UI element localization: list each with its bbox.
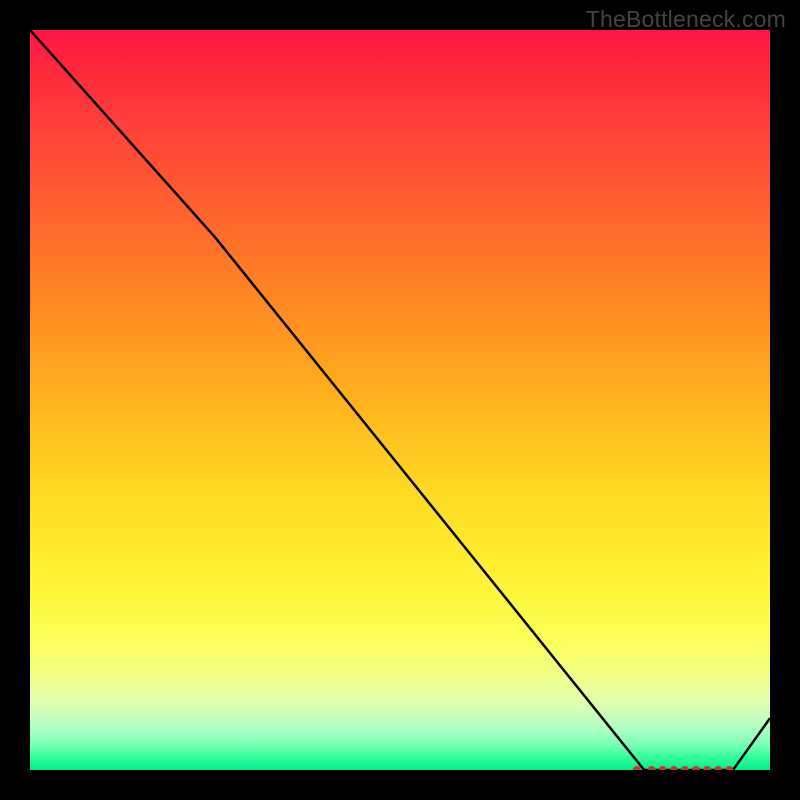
marker-dot [659, 766, 667, 770]
highlight-markers [633, 766, 734, 770]
curve-path [30, 30, 770, 770]
chart-frame: TheBottleneck.com [0, 0, 800, 800]
marker-dot [692, 766, 700, 770]
plot-area [30, 30, 770, 770]
curve-line [30, 30, 770, 770]
watermark-text: TheBottleneck.com [586, 6, 786, 33]
plot-svg [30, 30, 770, 770]
marker-dot [648, 766, 656, 770]
marker-dot [703, 766, 711, 770]
marker-dot [725, 766, 733, 770]
marker-dot [670, 766, 678, 770]
marker-dot [714, 766, 722, 770]
marker-dot [681, 766, 689, 770]
marker-dot [633, 766, 641, 770]
